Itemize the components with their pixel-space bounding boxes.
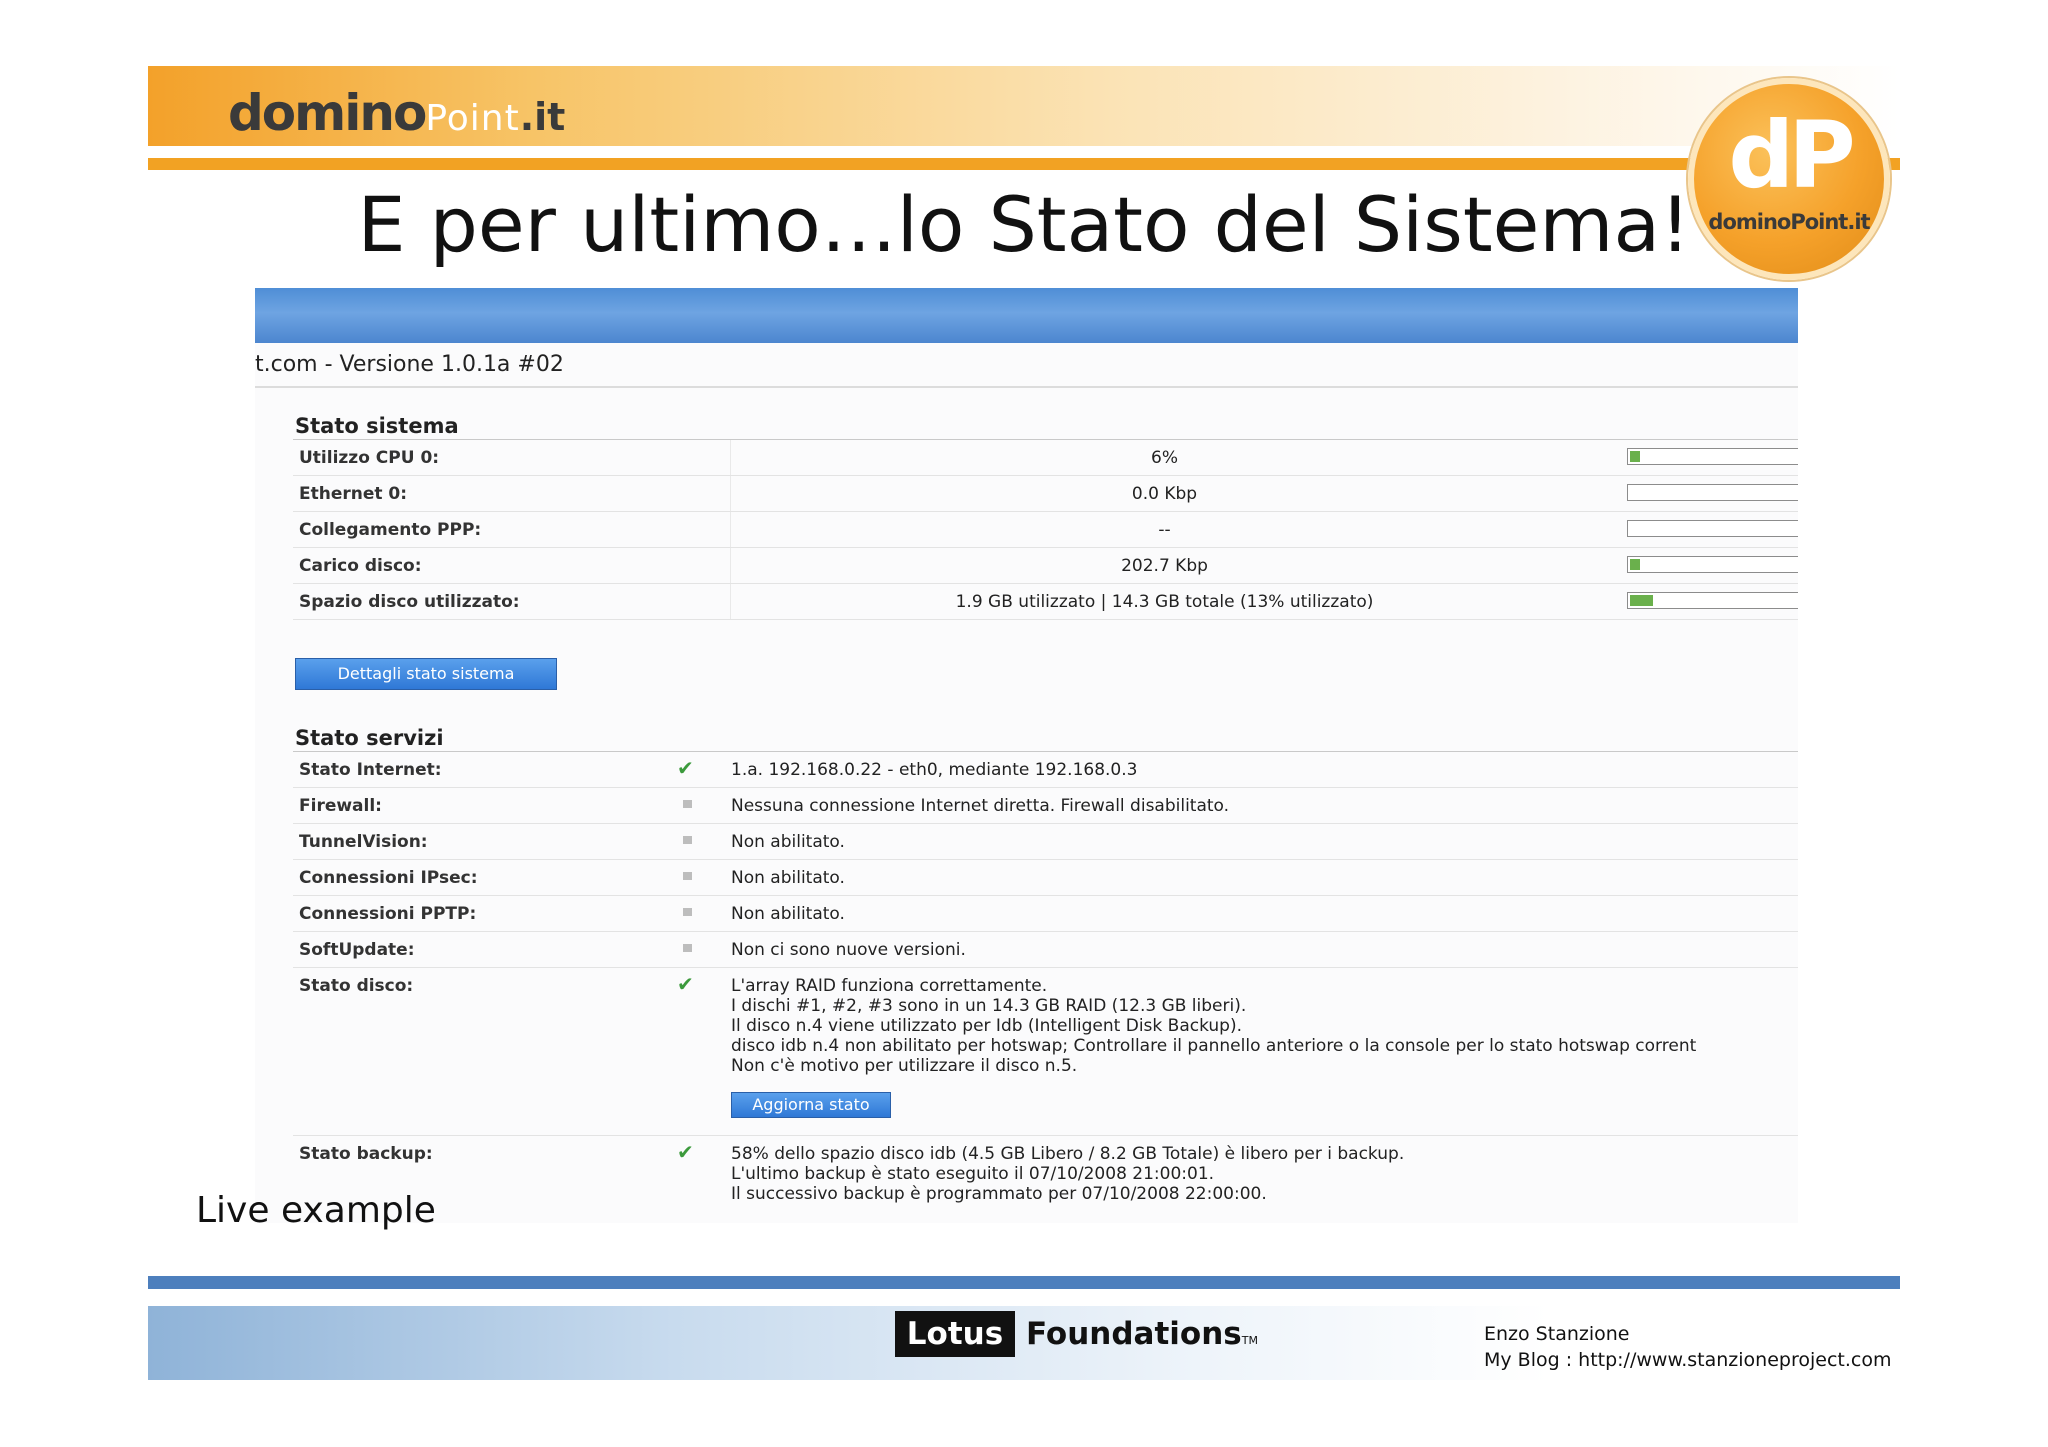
gray-square-icon <box>677 866 699 886</box>
service-status-row: Stato disco: ✔ L'array RAID funziona corre… <box>293 968 1798 1136</box>
service-row-label: Stato Internet: <box>299 760 442 780</box>
header-rule <box>148 158 1900 170</box>
usage-meter-fill <box>1630 559 1640 570</box>
usage-meter-fill <box>1630 451 1640 462</box>
gray-square-icon <box>677 794 699 814</box>
service-status-line: I dischi #1, #2, #3 sono in un 14.3 GB R… <box>731 996 1247 1016</box>
service-status-row: Stato backup: ✔ 58% dello spazio disco idb… <box>293 1136 1798 1223</box>
lotus-logo-box: Lotus <box>895 1311 1015 1357</box>
foundations-logo-text: FoundationsTM <box>1026 1311 1258 1357</box>
service-status-line: Non c'è motivo per utilizzare il disco n… <box>731 1056 1078 1076</box>
app-version-line: t.com - Versione 1.0.1a #02 <box>255 352 564 377</box>
service-status-line: Non abilitato. <box>731 904 845 924</box>
column-divider <box>730 548 731 583</box>
system-row-label: Ethernet 0: <box>299 484 408 504</box>
dominopoint-logo: domino Point .it <box>228 84 566 142</box>
app-version-divider <box>255 386 1798 388</box>
refresh-status-button[interactable]: Aggiorna stato <box>731 1092 891 1118</box>
system-details-button[interactable]: Dettagli stato sistema <box>295 658 557 690</box>
service-status-row: Connessioni IPsec: Non abilitato. <box>293 860 1798 896</box>
system-row-value: 1.9 GB utilizzato | 14.3 GB totale (13% … <box>955 592 1374 612</box>
service-status-row: TunnelVision: Non abilitato. <box>293 824 1798 860</box>
author-block: Enzo Stanzione My Blog : http://www.stan… <box>1484 1321 1891 1373</box>
service-status-line: Non abilitato. <box>731 868 845 888</box>
blog-url[interactable]: My Blog : http://www.stanzioneproject.co… <box>1484 1347 1891 1373</box>
service-row-label: Firewall: <box>299 796 382 816</box>
logo-sub-text: Point <box>425 98 520 139</box>
check-icon: ✔ <box>677 756 694 780</box>
foundations-word: Foundations <box>1026 1316 1242 1352</box>
system-row-value: 0.0 Kbp <box>1131 484 1198 504</box>
service-row-label: TunnelVision: <box>299 832 428 852</box>
services-status-heading: Stato servizi <box>295 726 444 750</box>
column-divider <box>730 584 731 619</box>
system-row-label: Collegamento PPP: <box>299 520 482 540</box>
service-status-row: Connessioni PPTP: Non abilitato. <box>293 896 1798 932</box>
system-row-value: 6% <box>1151 448 1178 468</box>
gray-square-icon <box>677 902 699 922</box>
system-row-label: Carico disco: <box>299 556 422 576</box>
service-status-line: L'ultimo backup è stato eseguito il 07/1… <box>731 1164 1215 1184</box>
system-status-row: Carico disco: 202.7 Kbp <box>293 548 1798 584</box>
service-status-line: Nessuna connessione Internet diretta. Fi… <box>731 796 1230 816</box>
service-row-label: Stato disco: <box>299 976 414 996</box>
logo-main-text: domino <box>228 84 427 142</box>
slide-title: E per ultimo…lo Stato del Sistema! <box>357 180 1691 269</box>
system-row-label: Utilizzo CPU 0: <box>299 448 440 468</box>
service-row-text: Non abilitato. <box>731 904 845 924</box>
service-row-text: 1.a. 192.168.0.22 - eth0, mediante 192.1… <box>731 760 1137 780</box>
usage-meter <box>1627 592 1798 609</box>
author-name: Enzo Stanzione <box>1484 1323 1630 1345</box>
service-status-line: L'array RAID funziona correttamente. <box>731 976 1048 996</box>
gray-square-icon <box>677 938 699 958</box>
system-row-value: -- <box>1158 520 1171 540</box>
service-row-text: L'array RAID funziona correttamente. I di… <box>731 976 1696 1076</box>
service-status-row: SoftUpdate: Non ci sono nuove versioni. <box>293 932 1798 968</box>
system-row-label: Spazio disco utilizzato: <box>299 592 520 612</box>
system-status-row: Utilizzo CPU 0: 6% <box>293 440 1798 476</box>
trademark-mark: TM <box>1241 1334 1258 1347</box>
service-status-row: Stato Internet: ✔ 1.a. 192.168.0.22 - eth0… <box>293 752 1798 788</box>
service-row-label: Connessioni IPsec: <box>299 868 478 888</box>
service-row-label: Connessioni PPTP: <box>299 904 477 924</box>
service-status-line: 1.a. 192.168.0.22 - eth0, mediante 192.1… <box>731 760 1138 780</box>
service-row-label: SoftUpdate: <box>299 940 415 960</box>
usage-meter <box>1627 520 1798 537</box>
footer-rule <box>148 1276 1900 1289</box>
service-row-text: Non abilitato. <box>731 832 845 852</box>
service-status-line: Il successivo backup è programmato per 0… <box>731 1184 1267 1204</box>
usage-meter <box>1627 556 1798 573</box>
service-status-line: Non abilitato. <box>731 832 845 852</box>
service-status-line: disco idb n.4 non abilitato per hotswap;… <box>731 1036 1697 1056</box>
app-screenshot-panel: t.com - Versione 1.0.1a #02 Stato sistem… <box>255 288 1798 1223</box>
service-row-text: Non ci sono nuove versioni. <box>731 940 966 960</box>
service-row-text: Nessuna connessione Internet diretta. Fi… <box>731 796 1229 816</box>
service-status-row: Firewall: Nessuna connessione Internet di… <box>293 788 1798 824</box>
usage-meter <box>1627 484 1798 501</box>
usage-meter <box>1627 448 1798 465</box>
column-divider <box>730 512 731 547</box>
system-status-row: Ethernet 0: 0.0 Kbp <box>293 476 1798 512</box>
gray-square-icon <box>677 830 699 850</box>
slide: domino Point .it dP dominoPoint.it E per… <box>0 0 2048 1447</box>
system-status-row: Collegamento PPP: -- <box>293 512 1798 548</box>
service-status-line: Il disco n.4 viene utilizzato per Idb (I… <box>731 1016 1243 1036</box>
system-status-heading: Stato sistema <box>295 414 459 438</box>
service-row-text: 58% dello spazio disco idb (4.5 GB Liber… <box>731 1144 1404 1204</box>
service-row-label: Stato backup: <box>299 1144 433 1164</box>
system-status-row: Spazio disco utilizzato: 1.9 GB utilizzat… <box>293 584 1798 620</box>
check-icon: ✔ <box>677 1140 694 1164</box>
logo-tld-text: .it <box>519 95 566 139</box>
service-status-line: 58% dello spazio disco idb (4.5 GB Liber… <box>731 1144 1405 1164</box>
check-icon: ✔ <box>677 972 694 996</box>
service-row-text: Non abilitato. <box>731 868 845 888</box>
app-top-bar <box>255 288 1798 343</box>
live-example-label: Live example <box>196 1190 436 1231</box>
service-status-line: Non ci sono nuove versioni. <box>731 940 966 960</box>
column-divider <box>730 476 731 511</box>
usage-meter-fill <box>1630 595 1653 606</box>
column-divider <box>730 440 731 475</box>
system-row-value: 202.7 Kbp <box>1121 556 1208 576</box>
